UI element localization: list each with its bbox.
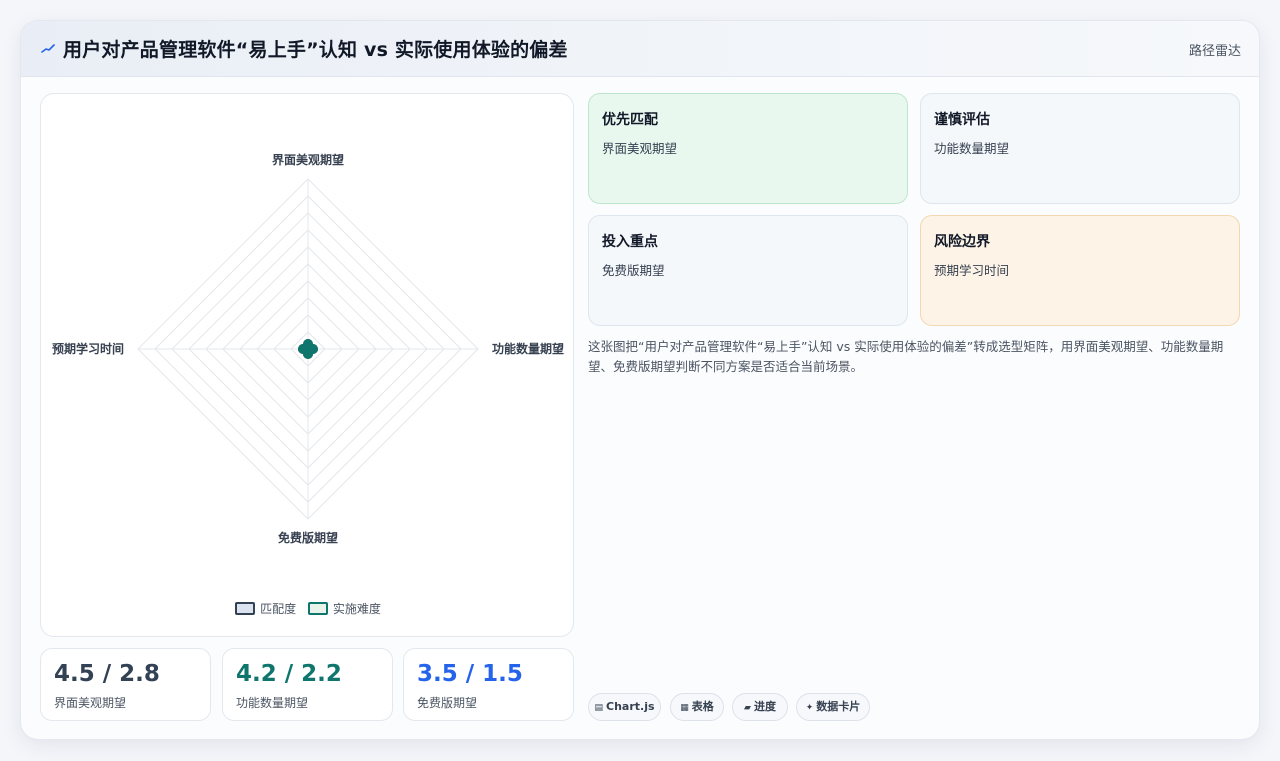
- radar-axis-label: 预期学习时间: [52, 341, 124, 356]
- radar-data-point: [298, 344, 308, 354]
- tile-investment-focus[interactable]: 投入重点 免费版期望: [588, 215, 908, 326]
- legend-item-match[interactable]: 匹配度: [235, 600, 296, 617]
- legend-label-match: 匹配度: [260, 602, 297, 616]
- radar-axis-label: 界面美观期望: [272, 152, 344, 167]
- chip-label: 进度: [753, 700, 776, 713]
- chart-legend: 匹配度 实施难度: [41, 600, 575, 617]
- stat-label: 免费版期望: [417, 696, 478, 710]
- chip-label: 表格: [691, 700, 714, 713]
- radar-axis-label: 功能数量期望: [492, 341, 564, 356]
- tile-title: 谨慎评估: [934, 112, 990, 128]
- dashboard-card: 用户对产品管理软件“易上手”认知 vs 实际使用体验的偏差 路径雷达 界面美观期…: [20, 20, 1260, 740]
- stat-value: 4.5 / 2.8: [54, 661, 160, 687]
- tile-risk-boundary[interactable]: 风险边界 预期学习时间: [920, 215, 1240, 326]
- tile-subtitle: 功能数量期望: [934, 141, 1010, 156]
- chart-line-icon: [41, 44, 55, 53]
- legend-swatch-match: [235, 602, 256, 615]
- legend-item-difficulty[interactable]: 实施难度: [307, 600, 381, 617]
- stat-card: 4.2 / 2.2 功能数量期望: [222, 648, 393, 721]
- legend-swatch-difficulty: [307, 602, 328, 615]
- tile-subtitle: 免费版期望: [602, 263, 665, 278]
- grid-icon: ▦: [680, 703, 689, 713]
- stat-label: 功能数量期望: [236, 696, 309, 710]
- tile-priority-match[interactable]: 优先匹配 界面美观期望: [588, 93, 908, 204]
- table-icon: ▤: [594, 703, 603, 713]
- radar-axis-label: 免费版期望: [278, 530, 338, 545]
- chip-chartjs[interactable]: ▤ Chart.js: [588, 693, 661, 721]
- chip-label: Chart.js: [606, 700, 655, 713]
- tile-careful-evaluation[interactable]: 谨慎评估 功能数量期望: [920, 93, 1240, 204]
- chip-label: 数据卡片: [816, 700, 861, 713]
- tile-subtitle: 界面美观期望: [602, 141, 678, 156]
- progress-icon: ▰: [744, 703, 751, 713]
- tile-subtitle: 预期学习时间: [934, 263, 1010, 278]
- stat-label: 界面美观期望: [54, 696, 127, 710]
- chip-table[interactable]: ▦ 表格: [670, 693, 724, 721]
- card-header: 用户对产品管理软件“易上手”认知 vs 实际使用体验的偏差 路径雷达: [21, 21, 1259, 77]
- stat-card: 4.5 / 2.8 界面美观期望: [40, 648, 211, 721]
- chip-progress[interactable]: ▰ 进度: [732, 693, 788, 721]
- stat-value: 3.5 / 1.5: [417, 661, 523, 687]
- tile-title: 投入重点: [602, 234, 658, 250]
- chip-data-card[interactable]: ✦ 数据卡片: [796, 693, 870, 721]
- tile-title: 风险边界: [934, 234, 990, 250]
- page-title: 用户对产品管理软件“易上手”认知 vs 实际使用体验的偏差: [63, 39, 568, 61]
- sparkle-icon: ✦: [805, 703, 814, 713]
- tile-title: 优先匹配: [602, 112, 658, 128]
- radar-chart: 界面美观期望功能数量期望免费版期望 预期学习时间: [52, 152, 564, 545]
- path-radar-link[interactable]: 路径雷达: [1189, 40, 1241, 59]
- chart-description: 这张图把“用户对产品管理软件“易上手”认知 vs 实际使用体验的偏差”转成选型矩…: [588, 339, 1224, 374]
- stat-cards: 4.5 / 2.8 界面美观期望 4.2 / 2.2 功能数量期望 3.5 / …: [40, 648, 574, 721]
- legend-label-difficulty: 实施难度: [332, 602, 381, 616]
- stat-value: 4.2 / 2.2: [236, 661, 342, 687]
- stat-card: 3.5 / 1.5 免费版期望: [403, 648, 574, 721]
- radar-chart-panel: 界面美观期望功能数量期望免费版期望 预期学习时间 匹配度 实施难度: [40, 93, 574, 637]
